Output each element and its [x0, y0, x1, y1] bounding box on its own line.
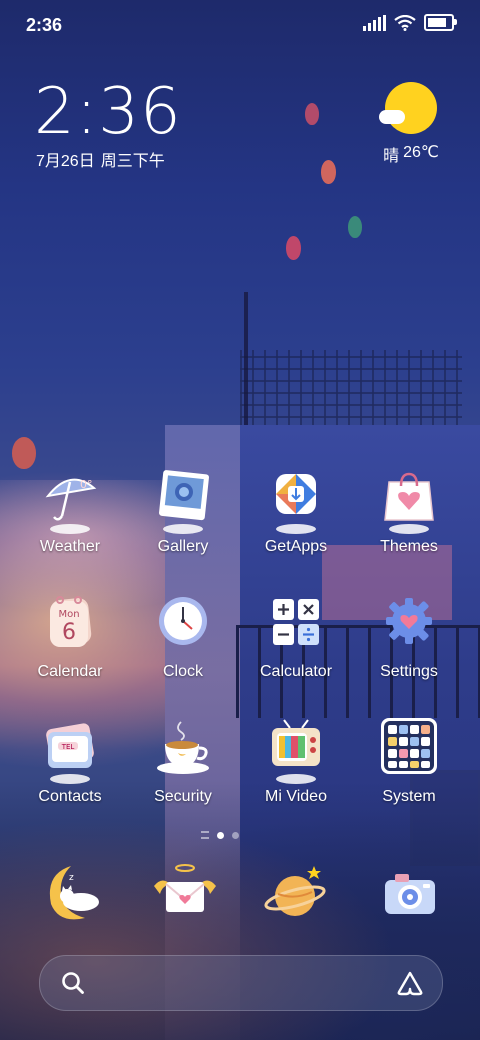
status-bar: 2:36 — [0, 0, 480, 50]
search-bar[interactable] — [39, 955, 443, 1011]
app-label: Settings — [380, 663, 438, 680]
svg-text:0°: 0° — [80, 478, 93, 491]
wifi-icon — [394, 14, 416, 31]
themes-heart-bag-icon — [379, 468, 439, 534]
svg-text:6: 6 — [62, 620, 76, 645]
weekday-text: 周三下午 — [100, 153, 165, 170]
weather-umbrella-icon: 0° — [40, 468, 100, 534]
camera-icon — [385, 874, 435, 914]
page-dot — [232, 831, 239, 839]
gallery-photo-icon — [153, 468, 213, 534]
app-calculator[interactable]: Calculator — [241, 593, 351, 681]
app-gallery[interactable]: Gallery — [128, 468, 238, 556]
calculator-icon — [266, 593, 326, 653]
weather-temperature: 26℃ — [403, 144, 439, 161]
mi-video-tv-icon — [266, 718, 326, 784]
app-label: System — [382, 788, 436, 805]
status-time: 2:36 — [26, 15, 63, 35]
svg-text:TEL: TEL — [61, 743, 75, 751]
dock-browser[interactable] — [262, 860, 332, 930]
app-calendar[interactable]: Mon 6 Calendar — [15, 593, 125, 681]
status-icons — [363, 14, 457, 31]
date-text: 7月26日 — [36, 153, 95, 170]
app-security[interactable]: Security — [128, 718, 238, 806]
signal-icon — [363, 14, 386, 31]
assistant-icon[interactable] — [396, 970, 424, 996]
page-indicator[interactable] — [201, 831, 239, 839]
app-label: GetApps — [264, 538, 328, 555]
app-themes[interactable]: Themes — [354, 468, 464, 556]
dock-camera[interactable] — [375, 860, 445, 930]
app-mi-video[interactable]: Mi Video — [241, 718, 351, 806]
balloon-decoration — [12, 437, 36, 469]
dock-phone[interactable]: z — [41, 860, 111, 930]
balloon-decoration — [305, 103, 319, 125]
app-system[interactable]: System — [354, 718, 464, 806]
app-settings[interactable]: Settings — [354, 593, 464, 681]
app-label: Calendar — [37, 663, 103, 680]
balloon-decoration — [348, 216, 362, 238]
clock-icon — [153, 593, 213, 653]
balloon-decoration — [286, 236, 301, 260]
app-label: Security — [154, 788, 212, 805]
contacts-book-icon: TEL — [40, 718, 100, 784]
sunny-icon — [379, 82, 437, 134]
getapps-download-icon — [266, 468, 326, 534]
app-label: Gallery — [157, 538, 209, 555]
app-label: Mi Video — [265, 788, 327, 805]
dock-messages[interactable] — [150, 860, 220, 930]
app-getapps[interactable]: GetApps — [241, 468, 351, 556]
search-icon[interactable] — [60, 970, 86, 996]
svg-text:Mon: Mon — [58, 609, 79, 620]
weather-condition: 晴 — [383, 148, 400, 165]
app-label: Themes — [380, 538, 438, 555]
security-coffee-icon — [153, 718, 213, 778]
browser-planet-icon — [264, 866, 326, 916]
rooftop-fence-decoration — [240, 350, 462, 430]
balloon-decoration — [321, 160, 336, 184]
app-label: Clock — [162, 663, 203, 680]
weather-summary: 晴 26℃ — [376, 142, 446, 166]
system-folder-icon — [379, 718, 439, 778]
messages-winged-envelope-icon — [154, 864, 216, 912]
app-label: Contacts — [38, 788, 102, 805]
app-label: Calculator — [259, 663, 333, 680]
weather-widget[interactable]: 晴 26℃ — [376, 82, 446, 166]
clock-widget-date[interactable]: 7月26日 周三下午 — [36, 147, 165, 171]
app-label: Weather — [39, 538, 101, 555]
page-dot-active — [217, 831, 224, 839]
settings-gear-icon — [379, 593, 439, 653]
battery-level — [428, 18, 446, 27]
app-weather[interactable]: 0° Weather — [15, 468, 125, 556]
calendar-icon: Mon 6 — [40, 593, 100, 653]
app-contacts[interactable]: TEL Contacts — [15, 718, 125, 806]
battery-icon — [424, 14, 457, 31]
clock-widget-time[interactable]: 2:36 — [34, 75, 182, 149]
phone-moon-cat-icon: z — [49, 866, 99, 920]
app-drawer-indicator-icon — [201, 831, 209, 839]
app-clock[interactable]: Clock — [128, 593, 238, 681]
svg-text:z: z — [69, 873, 74, 883]
